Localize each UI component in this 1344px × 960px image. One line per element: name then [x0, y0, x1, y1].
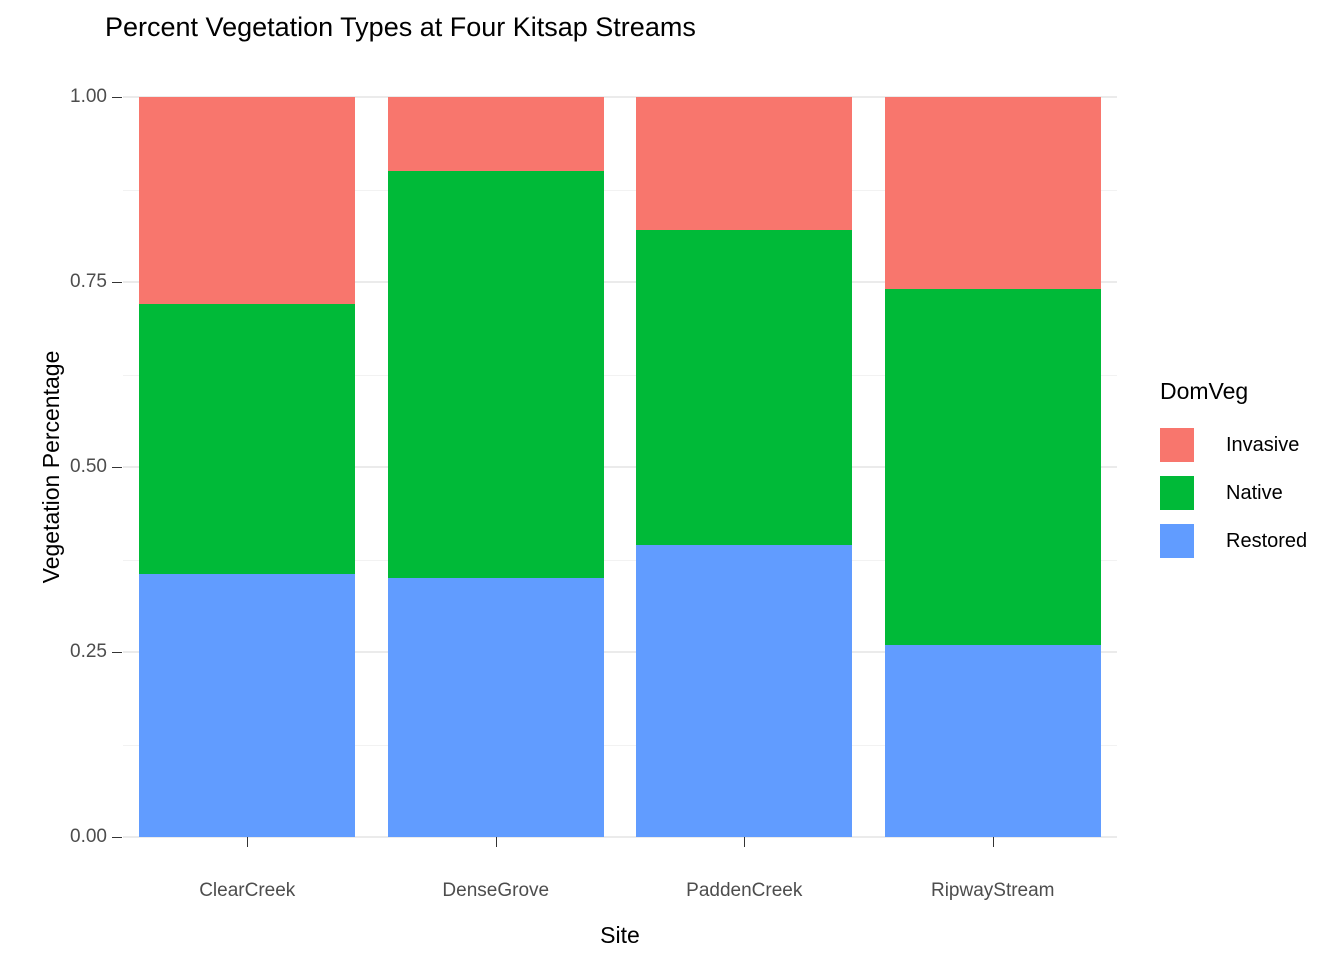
- legend-label: Invasive: [1226, 433, 1300, 456]
- x-axis-tick-label-densegrove: DenseGrove: [442, 880, 550, 901]
- y-axis-title: Vegetation Percentage: [38, 350, 64, 584]
- x-axis-tick-label-ripwaystream: RipwayStream: [930, 880, 1055, 901]
- y-axis-tick-label: 0.75: [70, 271, 107, 292]
- legend: DomVeg Invasive Native Restored: [1160, 378, 1307, 565]
- x-axis-tick-mark: [744, 837, 746, 847]
- bar-stack-ripwaystream[interactable]: [884, 97, 1101, 837]
- legend-label: Native: [1226, 481, 1283, 504]
- y-axis-tick-mark: [112, 652, 122, 653]
- y-axis-tick-mark: [112, 282, 122, 283]
- legend-items: Invasive Native Restored: [1160, 421, 1307, 565]
- bar-segment-native[interactable]: [636, 230, 853, 545]
- x-axis-tick-label-clearcreek: ClearCreek: [199, 880, 296, 901]
- bar-segment-native[interactable]: [884, 289, 1101, 645]
- x-axis-title: Site: [600, 922, 640, 948]
- legend-title: DomVeg: [1160, 378, 1249, 404]
- plot-panel: [123, 96, 1117, 838]
- bar-segment-invasive[interactable]: [884, 97, 1101, 290]
- legend-item-restored[interactable]: Restored: [1160, 517, 1307, 565]
- legend-item-invasive[interactable]: Invasive: [1160, 421, 1307, 469]
- y-axis-tick-mark: [112, 837, 122, 838]
- y-axis-tick-label: 0.25: [70, 641, 107, 662]
- bar-segment-restored[interactable]: [636, 544, 853, 837]
- y-axis-tick-label: 0.50: [70, 456, 107, 477]
- x-axis-tick-mark: [992, 837, 994, 847]
- bar-segment-restored[interactable]: [387, 578, 604, 837]
- legend-swatch-invasive: [1160, 428, 1194, 462]
- y-axis-tick-label: 1.00: [70, 86, 107, 107]
- bar-segment-invasive[interactable]: [387, 97, 604, 171]
- legend-item-native[interactable]: Native: [1160, 469, 1307, 517]
- bar-stack-clearcreek[interactable]: [139, 97, 356, 837]
- y-axis-tick-mark: [112, 467, 122, 468]
- legend-label: Restored: [1226, 529, 1308, 552]
- bar-segment-native[interactable]: [139, 304, 356, 575]
- bar-stack-densegrove[interactable]: [387, 97, 604, 837]
- y-axis-tick-mark: [112, 97, 122, 98]
- bar-segment-restored[interactable]: [139, 574, 356, 837]
- bar-segment-invasive[interactable]: [139, 97, 356, 305]
- bar-segment-invasive[interactable]: [636, 97, 853, 231]
- x-axis-tick-label-paddencreek: PaddenCreek: [686, 880, 803, 901]
- legend-swatch-restored: [1160, 524, 1194, 558]
- chart-container: Percent Vegetation Types at Four Kitsap …: [0, 0, 1344, 960]
- bar-stack-paddencreek[interactable]: [636, 97, 853, 837]
- bar-segment-restored[interactable]: [884, 644, 1101, 837]
- x-axis-tick-mark: [247, 837, 249, 847]
- bar-segment-native[interactable]: [387, 171, 604, 578]
- y-axis-tick-label: 0.00: [70, 826, 107, 847]
- x-axis-tick-mark: [495, 837, 497, 847]
- chart-title: Percent Vegetation Types at Four Kitsap …: [105, 12, 696, 42]
- legend-swatch-native: [1160, 476, 1194, 510]
